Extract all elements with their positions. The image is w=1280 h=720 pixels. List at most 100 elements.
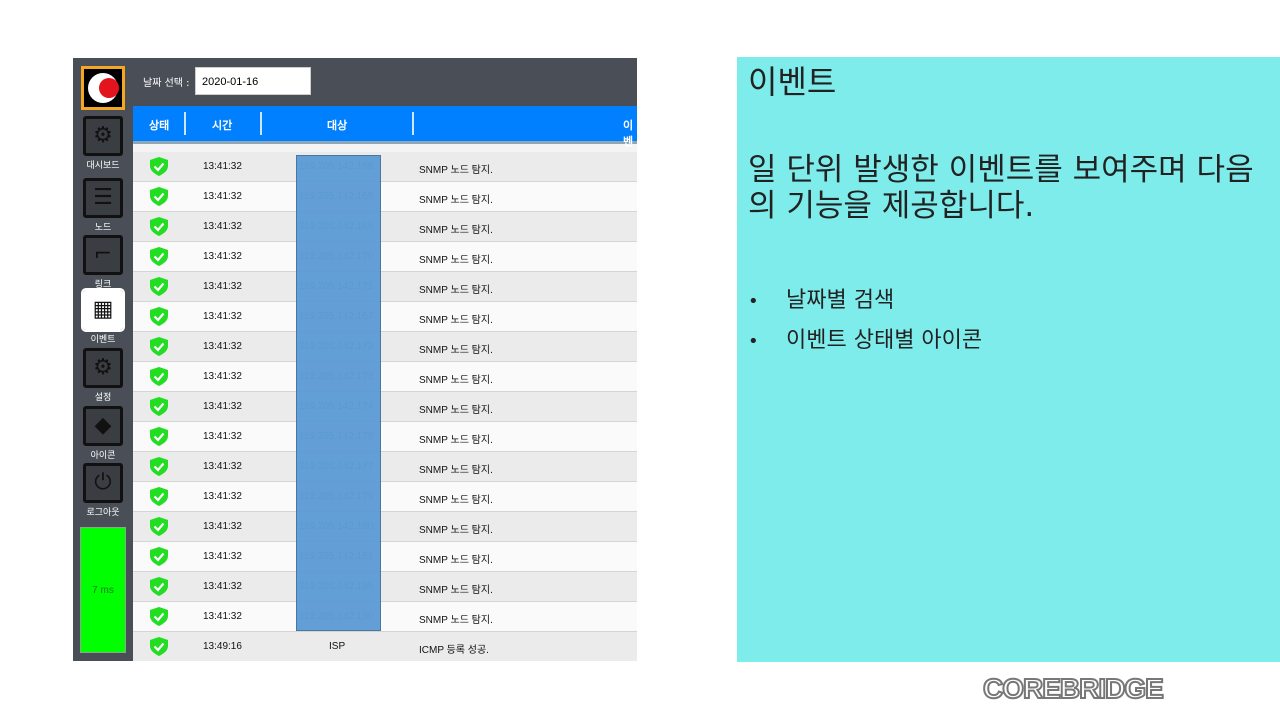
event-cell: ICMP 등록 성공. bbox=[419, 645, 489, 656]
ping-status: 7 ms bbox=[80, 527, 126, 653]
sidebar-item[interactable]: ⏻ 로그아웃 bbox=[83, 463, 123, 518]
link-icon: ⌐ bbox=[83, 235, 123, 275]
table-row[interactable]: 13:41:32 119.205.142.166 SNMP 노드 탐지. bbox=[133, 212, 637, 242]
target-cell: 119.205.142.190 bbox=[299, 611, 374, 622]
table-row[interactable]: 13:41:32 119.205.142.174 SNMP 노드 탐지. bbox=[133, 392, 637, 422]
target-cell: 119.205.142.181 bbox=[299, 551, 374, 562]
header-time[interactable]: 시간 bbox=[212, 117, 232, 133]
table-row[interactable]: 13:41:32 119.205.142.190 SNMP 노드 탐지. bbox=[133, 602, 637, 632]
shield-check-icon bbox=[150, 637, 168, 656]
time-cell: 13:49:16 bbox=[203, 641, 242, 652]
shapes-icon: ◆ bbox=[83, 406, 123, 446]
event-grid-icon: ▦ bbox=[81, 288, 125, 332]
date-input[interactable]: 2020-01-16 bbox=[195, 67, 311, 95]
event-cell: SNMP 노드 탐지. bbox=[419, 315, 493, 326]
time-cell: 13:41:32 bbox=[203, 191, 242, 202]
bullet-item: 이벤트 상태별 아이콘 bbox=[748, 322, 982, 362]
time-cell: 13:41:32 bbox=[203, 551, 242, 562]
sidebar-item[interactable]: ▦ 이벤트 bbox=[81, 288, 125, 345]
table-row[interactable]: 13:41:32 119.205.142.167 SNMP 노드 탐지. bbox=[133, 302, 637, 332]
event-cell: SNMP 노드 탐지. bbox=[419, 195, 493, 206]
table-row[interactable]: 13:41:32 119.205.142.179 SNMP 노드 탐지. bbox=[133, 482, 637, 512]
time-cell: 13:41:32 bbox=[203, 491, 242, 502]
time-cell: 13:41:32 bbox=[203, 611, 242, 622]
table-row[interactable]: 13:41:32 119.205.142.172 SNMP 노드 탐지. bbox=[133, 332, 637, 362]
gear-icon: ⚙ bbox=[83, 348, 123, 388]
header-status[interactable]: 상태 bbox=[149, 117, 169, 133]
shield-check-icon bbox=[150, 367, 168, 386]
target-cell: 119.205.142.173 bbox=[299, 371, 374, 382]
target-cell: 119.205.142.185 bbox=[299, 581, 374, 592]
top-bar: 날짜 선택 : 2020-01-16 bbox=[133, 58, 637, 106]
time-cell: 13:41:32 bbox=[203, 161, 242, 172]
time-cell: 13:41:32 bbox=[203, 341, 242, 352]
event-cell: SNMP 노드 탐지. bbox=[419, 435, 493, 446]
time-cell: 13:41:32 bbox=[203, 431, 242, 442]
table-row[interactable]: 13:41:32 119.205.142.169 SNMP 노드 탐지. bbox=[133, 182, 637, 212]
time-cell: 13:41:32 bbox=[203, 581, 242, 592]
sidebar-item-label: 설정 bbox=[94, 393, 112, 403]
shield-check-icon bbox=[150, 247, 168, 266]
sidebar-item[interactable]: ◆ 아이콘 bbox=[83, 406, 123, 461]
time-cell: 13:41:32 bbox=[203, 281, 242, 292]
event-table-body: 13:41:32 119.205.142.168 SNMP 노드 탐지. 13:… bbox=[133, 152, 637, 661]
table-row[interactable]: 13:41:32 119.205.142.177 SNMP 노드 탐지. bbox=[133, 452, 637, 482]
target-cell: 119.205.142.172 bbox=[299, 341, 374, 352]
table-row[interactable]: 13:49:16 ISP ICMP 등록 성공. bbox=[133, 632, 637, 661]
sidebar-item[interactable]: ☰ 노드 bbox=[83, 178, 123, 233]
target-cell: 119.205.142.169 bbox=[299, 191, 374, 202]
app-logo[interactable] bbox=[81, 66, 125, 110]
time-cell: 13:41:32 bbox=[203, 461, 242, 472]
shield-check-icon bbox=[150, 337, 168, 356]
event-cell: SNMP 노드 탐지. bbox=[419, 555, 493, 566]
time-cell: 13:41:32 bbox=[203, 221, 242, 232]
shield-check-icon bbox=[150, 397, 168, 416]
sidebar-item[interactable]: ⌐ 링크 bbox=[83, 235, 123, 290]
corebridge-logo: COREBRIDGE bbox=[982, 672, 1165, 705]
shield-check-icon bbox=[150, 547, 168, 566]
panel-body: 일 단위 발생한 이벤트를 보여주며 다음의 기능을 제공합니다. bbox=[748, 152, 1254, 224]
description-panel: 이벤트 일 단위 발생한 이벤트를 보여주며 다음의 기능을 제공합니다. 날짜… bbox=[737, 57, 1280, 662]
power-icon: ⏻ bbox=[83, 463, 123, 503]
event-cell: SNMP 노드 탐지. bbox=[419, 615, 493, 626]
event-cell: SNMP 노드 탐지. bbox=[419, 345, 493, 356]
header-target[interactable]: 대상 bbox=[327, 117, 347, 133]
shield-check-icon bbox=[150, 157, 168, 176]
sidebar-item-label: 대시보드 bbox=[86, 161, 120, 171]
target-cell: 119.205.142.177 bbox=[299, 461, 374, 472]
table-row[interactable]: 13:41:32 119.205.142.171 SNMP 노드 탐지. bbox=[133, 272, 637, 302]
target-cell: 119.205.142.167 bbox=[299, 311, 374, 322]
time-cell: 13:41:32 bbox=[203, 371, 242, 382]
event-app-screenshot: ⚙ 대시보드 ☰ 노드 ⌐ 링크 ▦ 이벤트 ⚙ 설정 ◆ 아이콘 ⏻ 로그아웃 7 ms 날짜 선택 :… bbox=[73, 58, 637, 661]
event-cell: SNMP 노드 탐지. bbox=[419, 165, 493, 176]
table-row[interactable]: 13:41:32 119.205.142.180 SNMP 노드 탐지. bbox=[133, 512, 637, 542]
sidebar-item-label: 이벤트 bbox=[90, 335, 116, 345]
dashboard-icon: ⚙ bbox=[83, 116, 123, 156]
sidebar: ⚙ 대시보드 ☰ 노드 ⌐ 링크 ▦ 이벤트 ⚙ 설정 ◆ 아이콘 ⏻ 로그아웃 7 ms bbox=[73, 58, 133, 661]
shield-check-icon bbox=[150, 217, 168, 236]
table-row[interactable]: 13:41:32 119.205.142.170 SNMP 노드 탐지. bbox=[133, 242, 637, 272]
table-row[interactable]: 13:41:32 119.205.142.173 SNMP 노드 탐지. bbox=[133, 362, 637, 392]
sidebar-item-label: 링크 bbox=[94, 280, 112, 290]
target-cell: ISP bbox=[329, 641, 346, 652]
table-row[interactable]: 13:41:32 119.205.142.168 SNMP 노드 탐지. bbox=[133, 152, 637, 182]
shield-check-icon bbox=[150, 577, 168, 596]
event-cell: SNMP 노드 탐지. bbox=[419, 465, 493, 476]
shield-check-icon bbox=[150, 307, 168, 326]
sidebar-item[interactable]: ⚙ 설정 bbox=[83, 348, 123, 403]
event-cell: SNMP 노드 탐지. bbox=[419, 525, 493, 536]
table-row[interactable]: 13:41:32 119.205.142.181 SNMP 노드 탐지. bbox=[133, 542, 637, 572]
target-cell: 119.205.142.168 bbox=[299, 161, 374, 172]
time-cell: 13:41:32 bbox=[203, 311, 242, 322]
sidebar-item-label: 노드 bbox=[94, 223, 112, 233]
sidebar-item-label: 로그아웃 bbox=[86, 508, 120, 518]
shield-check-icon bbox=[150, 517, 168, 536]
target-cell: 119.205.142.179 bbox=[299, 491, 374, 502]
table-row[interactable]: 13:41:32 119.205.142.185 SNMP 노드 탐지. bbox=[133, 572, 637, 602]
event-cell: SNMP 노드 탐지. bbox=[419, 285, 493, 296]
table-row[interactable]: 13:41:32 119.205.142.178 SNMP 노드 탐지. bbox=[133, 422, 637, 452]
shield-check-icon bbox=[150, 457, 168, 476]
shield-check-icon bbox=[150, 187, 168, 206]
event-cell: SNMP 노드 탐지. bbox=[419, 585, 493, 596]
sidebar-item[interactable]: ⚙ 대시보드 bbox=[83, 116, 123, 171]
